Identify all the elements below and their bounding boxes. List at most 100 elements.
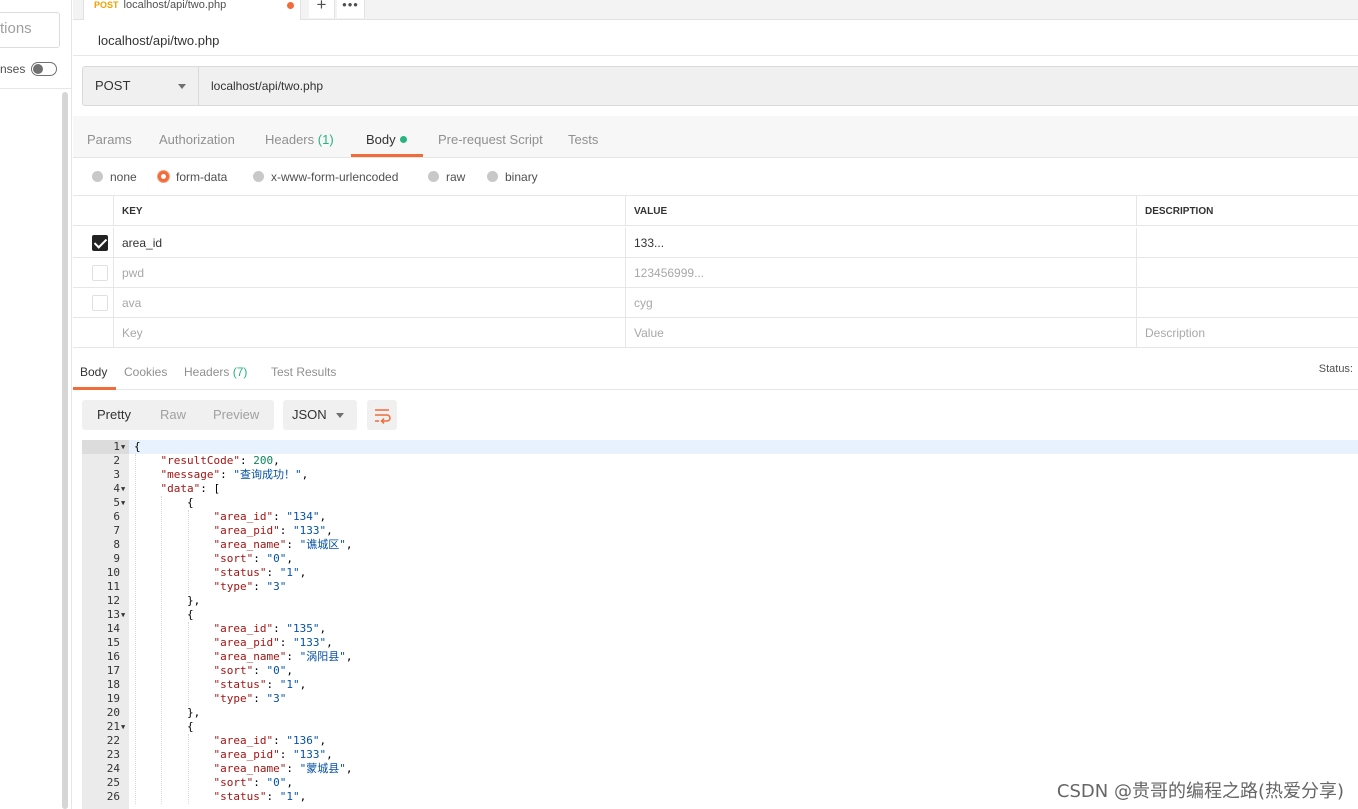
format-select-value: JSON bbox=[292, 407, 327, 422]
value-cell[interactable]: cyg bbox=[626, 288, 1137, 318]
code-line: "message": "查询成功！", bbox=[160, 468, 309, 481]
title-divider bbox=[73, 55, 1358, 56]
key-cell[interactable]: pwd bbox=[114, 258, 626, 288]
line-number: 17 bbox=[106, 664, 120, 677]
indent-guide bbox=[187, 510, 189, 594]
body-type-binary[interactable]: binary bbox=[487, 170, 538, 184]
checkbox[interactable] bbox=[92, 295, 108, 311]
checkbox-checked[interactable] bbox=[92, 235, 108, 251]
description-cell[interactable] bbox=[1137, 258, 1358, 288]
key-cell[interactable]: ava bbox=[114, 288, 626, 318]
sidebar-toggle-label: nses bbox=[0, 62, 26, 76]
body-type-urlencoded[interactable]: x-www-form-urlencoded bbox=[253, 170, 398, 184]
code-line: "area_name": "谯城区", bbox=[213, 538, 353, 551]
view-pretty-button[interactable]: Pretty bbox=[97, 407, 131, 422]
row-check-cell bbox=[73, 318, 114, 348]
tab-pre-request-script[interactable]: Pre-request Script bbox=[438, 132, 543, 147]
view-preview-button[interactable]: Preview bbox=[213, 407, 259, 422]
fold-toggle-icon[interactable]: ▼ bbox=[121, 440, 125, 454]
header-description: DESCRIPTION bbox=[1145, 206, 1214, 217]
header-key: KEY bbox=[114, 196, 626, 226]
tab-cookies[interactable]: Cookies bbox=[124, 365, 167, 379]
table-row-new: Key Value Description bbox=[73, 318, 1358, 348]
checkbox[interactable] bbox=[92, 265, 108, 281]
description-cell[interactable] bbox=[1137, 228, 1358, 258]
code-line: "area_name": "蒙城县", bbox=[213, 762, 353, 775]
response-status-label: Status: bbox=[1318, 363, 1353, 375]
tab-authorization[interactable]: Authorization bbox=[159, 132, 235, 147]
request-tabs: Params Authorization Headers (1) Body Pr… bbox=[73, 116, 1358, 158]
code-line: "sort": "0", bbox=[213, 664, 293, 677]
tab-test-results[interactable]: Test Results bbox=[271, 365, 336, 379]
fold-toggle-icon[interactable]: ▼ bbox=[121, 482, 125, 496]
radio-icon bbox=[487, 171, 498, 182]
radio-icon bbox=[428, 171, 439, 182]
body-type-form-data[interactable]: form-data bbox=[158, 170, 227, 184]
line-number: 4 bbox=[113, 482, 120, 495]
row-check-cell bbox=[73, 288, 114, 318]
wrap-lines-button[interactable] bbox=[367, 400, 397, 430]
line-number: 7 bbox=[113, 524, 120, 537]
line-number: 25 bbox=[106, 776, 120, 789]
line-number: 23 bbox=[106, 748, 120, 761]
code-line: "status": "1", bbox=[213, 790, 307, 803]
code-line: "status": "1", bbox=[213, 566, 307, 579]
tab-body[interactable]: Body bbox=[366, 132, 407, 147]
fold-toggle-icon[interactable]: ▼ bbox=[121, 496, 125, 510]
method-select[interactable]: POST bbox=[82, 66, 199, 106]
request-tab[interactable]: POST localhost/api/two.php bbox=[83, 0, 301, 20]
code-line: { bbox=[134, 608, 194, 621]
more-tabs-button[interactable]: ••• bbox=[337, 0, 365, 18]
code-line: "resultCode": 200, bbox=[160, 454, 280, 467]
body-type-none[interactable]: none bbox=[92, 170, 137, 184]
chevron-down-icon bbox=[178, 84, 186, 89]
format-select[interactable]: JSON bbox=[283, 400, 357, 430]
table-row: ava cyg bbox=[73, 288, 1358, 318]
sidebar-partial-label[interactable]: tions bbox=[0, 20, 32, 37]
line-number: 8 bbox=[113, 538, 120, 551]
line-number: 21 bbox=[106, 720, 120, 733]
fold-toggle-icon[interactable]: ▼ bbox=[121, 720, 125, 734]
value-placeholder[interactable]: Value bbox=[626, 318, 1137, 348]
indent-guide bbox=[187, 622, 189, 706]
tab-headers-count: (1) bbox=[317, 132, 334, 147]
tab-headers[interactable]: Headers (1) bbox=[265, 132, 334, 147]
body-type-raw[interactable]: raw bbox=[428, 170, 465, 184]
value-cell[interactable]: 133... bbox=[626, 228, 1137, 258]
line-number: 14 bbox=[106, 622, 120, 635]
description-placeholder[interactable]: Description bbox=[1137, 318, 1358, 348]
radio-icon bbox=[92, 171, 103, 182]
code-line: { bbox=[134, 720, 194, 733]
code-line: "area_id": "135", bbox=[213, 622, 327, 635]
code-line: }, bbox=[134, 706, 201, 719]
code-line: { bbox=[134, 440, 141, 453]
sidebar-scrollbar[interactable] bbox=[62, 92, 68, 809]
table-header-row: KEY VALUE DESCRIPTION bbox=[73, 196, 1358, 226]
sidebar-toggle-switch[interactable] bbox=[31, 62, 57, 76]
code-line: "type": "3" bbox=[213, 580, 287, 593]
key-cell[interactable]: area_id bbox=[114, 228, 626, 258]
line-number: 18 bbox=[106, 678, 120, 691]
tab-params[interactable]: Params bbox=[87, 132, 132, 147]
view-raw-button[interactable]: Raw bbox=[160, 407, 186, 422]
description-cell[interactable] bbox=[1137, 288, 1358, 318]
tab-tests[interactable]: Tests bbox=[568, 132, 598, 147]
tab-response-headers[interactable]: Headers (7) bbox=[184, 365, 247, 379]
request-title[interactable]: localhost/api/two.php bbox=[98, 33, 219, 48]
request-tab-bar: POST localhost/api/two.php + ••• bbox=[73, 0, 1358, 20]
value-cell[interactable]: 123456999... bbox=[626, 258, 1137, 288]
fold-toggle-icon[interactable]: ▼ bbox=[121, 608, 125, 622]
response-code-view[interactable]: 1 ▼{2 "resultCode": 200, 3 "message": "查询成… bbox=[82, 440, 1358, 809]
line-number: 16 bbox=[106, 650, 120, 663]
url-input[interactable]: localhost/api/two.php bbox=[198, 66, 1358, 106]
watermark: CSDN @贵哥的编程之路(热爱分享) bbox=[1056, 781, 1344, 802]
new-tab-button[interactable]: + bbox=[309, 0, 335, 18]
indent-guide bbox=[135, 454, 136, 804]
indent-guide bbox=[161, 496, 163, 804]
body-indicator-dot-icon bbox=[399, 136, 407, 143]
tab-response-body[interactable]: Body bbox=[80, 365, 107, 379]
body-type-label: form-data bbox=[176, 170, 228, 184]
body-type-label: raw bbox=[446, 170, 466, 184]
line-number: 19 bbox=[106, 692, 120, 705]
key-placeholder[interactable]: Key bbox=[114, 318, 626, 348]
